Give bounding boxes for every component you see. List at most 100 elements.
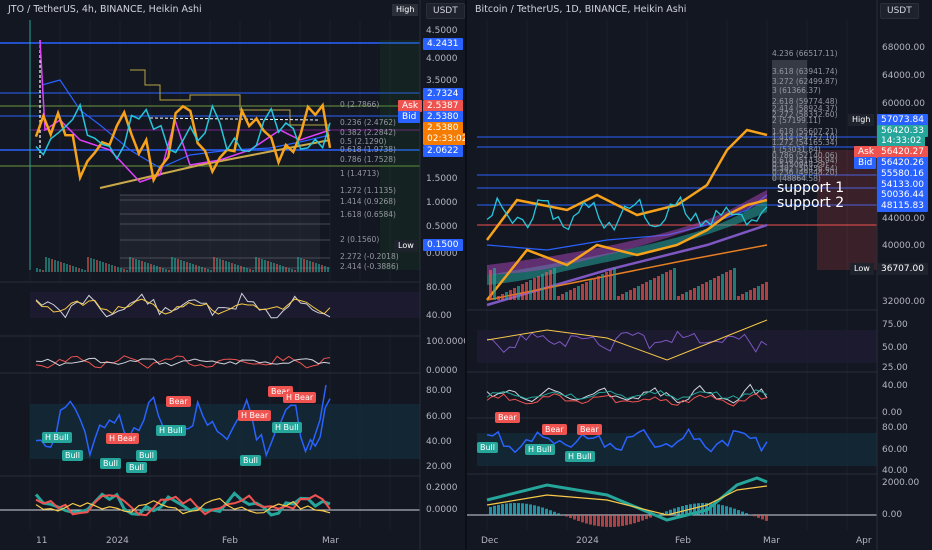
volume-bar (489, 270, 492, 300)
btc-macd-tick: 2000.00 (882, 478, 920, 488)
jto-chart-canvas[interactable] (0, 0, 465, 550)
jto-macd-tick: 0.2000 (426, 483, 458, 493)
volume-bar (102, 262, 104, 272)
volume-bar (641, 284, 644, 300)
btc-osc-tick: 0.00 (882, 408, 903, 418)
macd-histogram-bar (649, 515, 652, 518)
volume-bar (321, 265, 323, 272)
macd-histogram-bar (729, 507, 732, 515)
volume-bar (282, 266, 284, 272)
macd-histogram-bar (489, 506, 492, 515)
btc-y-tick: 64000.00 (882, 71, 925, 81)
volume-bar (198, 266, 200, 272)
macd-histogram-bar (673, 508, 676, 515)
volume-bar (42, 270, 44, 272)
macd-histogram-bar (629, 515, 632, 525)
btc-fib-label: 3.272 (62499.87) (772, 77, 838, 86)
volume-bar (246, 268, 248, 272)
volume-bar (255, 257, 257, 272)
jto-countdown-tag: 02:33:02 (423, 133, 465, 145)
macd-histogram-bar (641, 515, 644, 521)
volume-bar (279, 265, 281, 272)
volume-bar (665, 272, 668, 300)
jto-fib-label: 0.236 (2.4762) (340, 118, 396, 127)
volume-bar (48, 258, 50, 272)
volume-bar (717, 276, 720, 300)
btc-osc-tick: 40.00 (882, 381, 908, 391)
volume-bar (138, 260, 140, 272)
jto-fib-label: 0 (2.7866) (340, 100, 380, 109)
macd-histogram-bar (633, 515, 636, 524)
volume-bar (697, 286, 700, 300)
btc-y-tick: 32000.00 (882, 297, 925, 307)
volume-bar (66, 264, 68, 272)
volume-bar (36, 268, 38, 272)
volume-bar (60, 262, 62, 272)
macd-histogram-bar (577, 515, 580, 522)
volume-bar (765, 282, 768, 300)
volume-bar (96, 260, 98, 272)
volume-bar (99, 261, 101, 272)
jto-fib-label: 2.272 (-0.2018) (340, 252, 399, 261)
jto-fib-label: 1.272 (1.1135) (340, 186, 396, 195)
volume-bar (189, 263, 191, 272)
btc-y-tick: 60000.00 (882, 99, 925, 109)
volume-bar (249, 269, 251, 272)
jto-chart-panel[interactable]: JTO / TetherUS, 4h, BINANCE, Heikin Ashi… (0, 0, 465, 550)
volume-bar (78, 268, 80, 272)
volume-bar (111, 265, 113, 272)
volume-bar (177, 259, 179, 272)
macd-histogram-bar (509, 503, 512, 515)
volume-bar (309, 261, 311, 272)
volume-bar (633, 288, 636, 300)
volume-bar (252, 270, 254, 272)
macd-histogram-bar (725, 506, 728, 515)
volume-bar (54, 260, 56, 272)
macd-histogram-bar (573, 515, 576, 520)
volume-bar (621, 294, 624, 300)
jto-signal-bear: Bear (166, 396, 191, 407)
btc-currency-label[interactable]: USDT (880, 3, 919, 19)
volume-bar (318, 264, 320, 272)
jto-fib-label: 2 (0.1560) (340, 235, 380, 244)
volume-bar (81, 269, 83, 272)
volume-bar (725, 272, 728, 300)
macd-histogram-bar (701, 503, 704, 515)
jto-chart-title: JTO / TetherUS, 4h, BINANCE, Heikin Ashi (8, 4, 202, 15)
jto-div-tick: 40.00 (426, 437, 452, 447)
volume-bar (105, 263, 107, 272)
macd-histogram-bar (513, 503, 516, 515)
btc-chart-panel[interactable]: Bitcoin / TetherUS, 1D, BINANCE, Heikin … (467, 0, 932, 550)
volume-bar (561, 294, 564, 300)
macd-histogram-bar (741, 511, 744, 515)
volume-bar (613, 268, 616, 300)
jto-high-price-tag: 4.2431 (423, 38, 463, 50)
volume-bar (129, 257, 131, 272)
volume-bar (132, 258, 134, 272)
btc-low-price-tag: 36707.00 (877, 263, 928, 275)
btc-div-tick: 80.00 (882, 423, 908, 433)
jto-y-tick: 0.5000 (426, 222, 458, 232)
btc-signal-bear: Bear (542, 424, 567, 435)
volume-bar (327, 267, 329, 272)
macd-histogram-bar (625, 515, 628, 526)
btc-chart-canvas[interactable] (467, 0, 932, 550)
volume-bar (306, 260, 308, 272)
volume-bar (258, 258, 260, 272)
volume-bar (45, 257, 47, 272)
volume-bar (240, 266, 242, 272)
jto-fib-label: 0.786 (1.7528) (340, 155, 396, 164)
jto-currency-label[interactable]: USDT (426, 3, 465, 19)
jto-high-label: High (392, 4, 419, 16)
jto-signal-bull: Bull (100, 458, 122, 469)
volume-bar (174, 258, 176, 272)
btc-x-tick: 2024 (576, 536, 599, 546)
macd-histogram-bar (497, 504, 500, 515)
volume-bar (589, 280, 592, 300)
macd-histogram-bar (757, 515, 760, 518)
btc-support-2-label: support 2 (777, 195, 845, 211)
macd-histogram-bar (613, 515, 616, 527)
volume-bar (114, 266, 116, 272)
volume-bar (264, 260, 266, 272)
macd-histogram-bar (565, 515, 568, 517)
